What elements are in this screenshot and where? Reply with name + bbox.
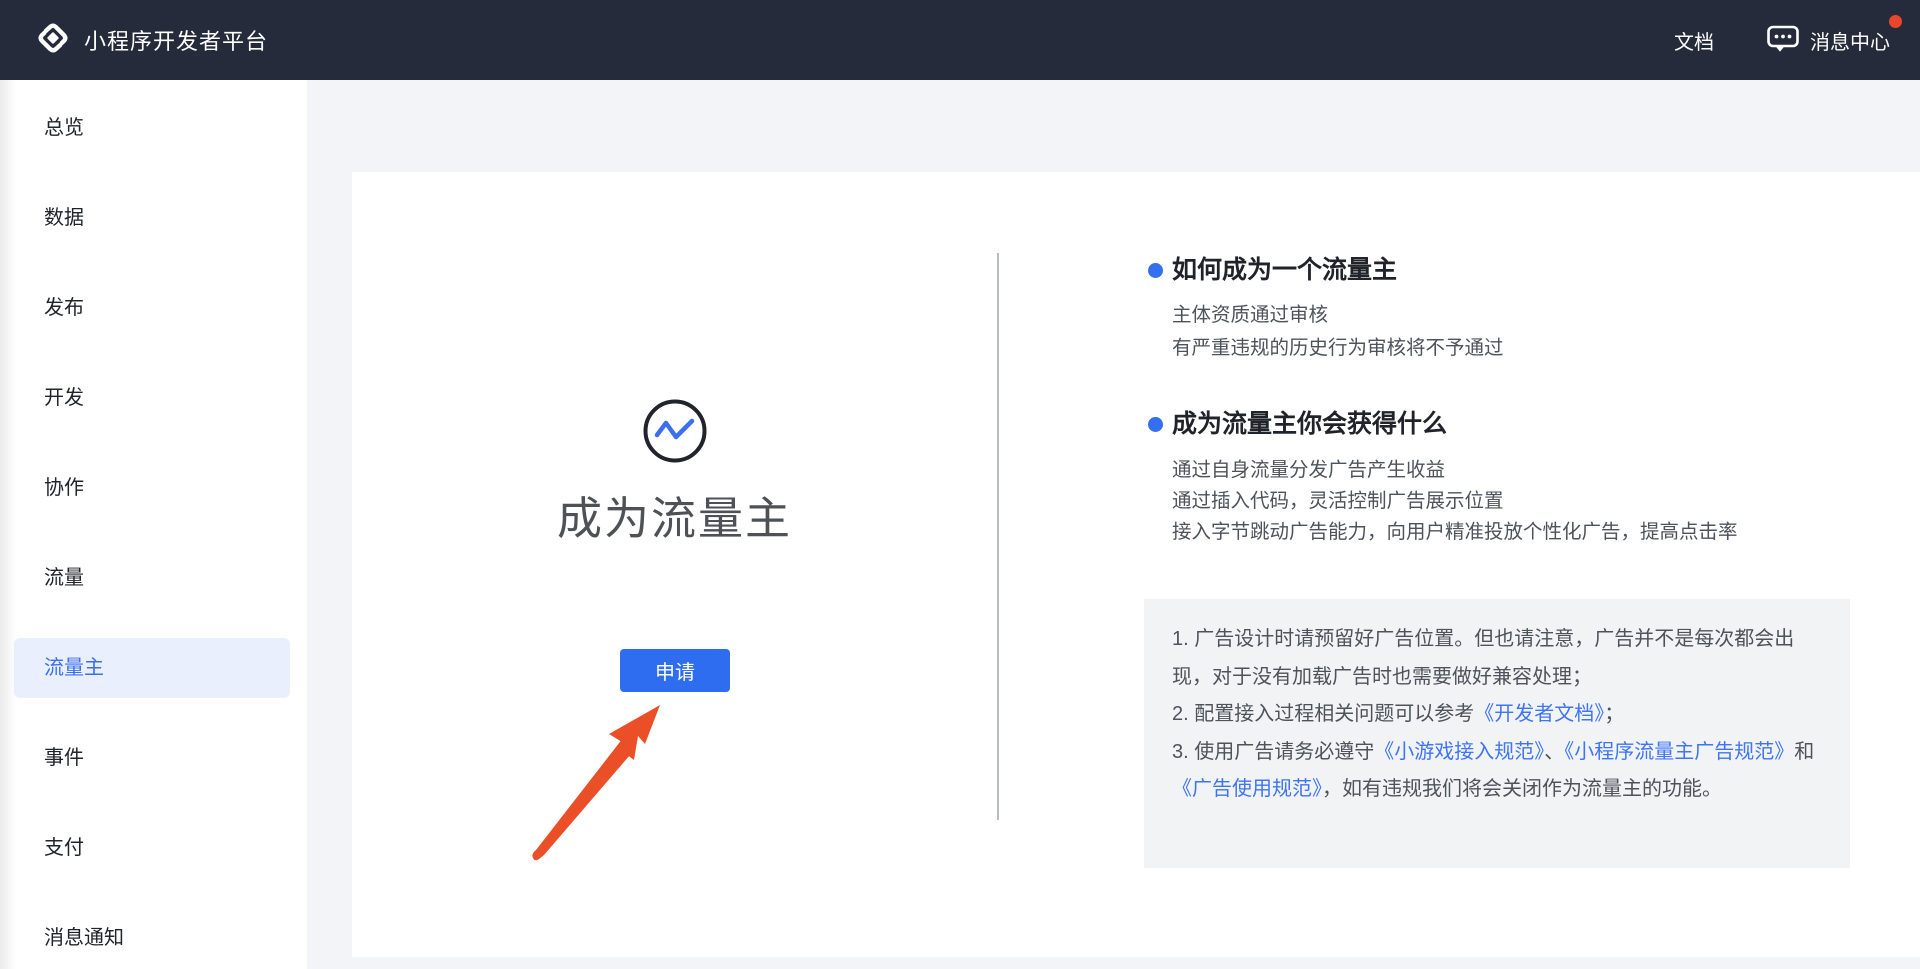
app-window: 小程序开发者平台 文档 消息中心 总览 数据: [0, 0, 1920, 969]
annotation-arrow-icon: [522, 692, 682, 862]
notice-text: 、: [1544, 741, 1564, 763]
minigame-access-spec-link[interactable]: 《小游戏接入规范》: [1374, 741, 1544, 763]
sidebar-item-overview[interactable]: 总览: [14, 98, 290, 158]
top-nav-bar: 小程序开发者平台 文档 消息中心: [0, 0, 1920, 80]
sidebar-item-collaboration[interactable]: 协作: [14, 458, 290, 518]
miniapp-ad-spec-link[interactable]: 《小程序流量主广告规范》: [1564, 741, 1794, 763]
platform-title: 小程序开发者平台: [84, 24, 268, 56]
sidebar-item-data[interactable]: 数据: [14, 188, 290, 248]
section-benefits-body: 通过自身流量分发广告产生收益 通过插入代码，灵活控制广告展示位置 接入字节跳动广…: [1172, 455, 1738, 548]
notice-text: 3. 使用广告请务必遵守: [1172, 741, 1374, 763]
sidebar-item-traffic[interactable]: 流量: [14, 548, 290, 608]
sidebar-item-notifications[interactable]: 消息通知: [14, 908, 290, 968]
message-center-link[interactable]: 消息中心: [1766, 22, 1890, 59]
sidebar-item-payment[interactable]: 支付: [14, 818, 290, 878]
apply-panel: 成为流量主 申请: [352, 172, 997, 957]
apply-button[interactable]: 申请: [620, 649, 730, 692]
message-bubble-icon: [1766, 22, 1800, 59]
notice-line-3: 3. 使用广告请务必遵守《小游戏接入规范》、《小程序流量主广告规范》和《广告使用…: [1172, 734, 1822, 809]
sidebar-nav: 总览 数据 发布 开发 协作 流量 流量主 事件 支付 消息通知: [0, 80, 307, 969]
traffic-owner-card: 成为流量主 申请 如何成为一个流量主: [352, 172, 1920, 957]
section-heading: 如何成为一个流量主: [1172, 253, 1397, 287]
body-line: 通过插入代码，灵活控制广告展示位置: [1172, 486, 1738, 517]
blue-dot-icon: [1148, 263, 1163, 278]
section-how-to-become: 如何成为一个流量主: [1144, 253, 1397, 287]
ad-usage-spec-link[interactable]: 《广告使用规范》: [1172, 778, 1322, 800]
notice-line-2: 2. 配置接入过程相关问题可以参考《开发者文档》；: [1172, 696, 1822, 734]
content-area: 小程序列表 › 成为流量主 申请: [307, 80, 1920, 969]
body-line: 通过自身流量分发广告产生收益: [1172, 455, 1738, 486]
notice-text: 2. 配置接入过程相关问题可以参考: [1172, 703, 1474, 725]
unread-badge: [1889, 15, 1902, 28]
platform-brand[interactable]: 小程序开发者平台: [34, 19, 268, 62]
notice-text: ，如有违规我们将会关闭作为流量主的功能。: [1322, 778, 1722, 800]
message-center-label: 消息中心: [1810, 26, 1890, 55]
trend-chart-icon: [642, 398, 708, 464]
notice-line-1: 1. 广告设计时请预留好广告位置。但也请注意，广告并不是每次都会出现，对于没有加…: [1172, 621, 1822, 696]
section-heading: 成为流量主你会获得什么: [1172, 407, 1447, 441]
section-how-to-become-body: 主体资质通过审核 有严重违规的历史行为审核将不予通过: [1172, 299, 1504, 365]
topbar-actions: 文档 消息中心: [1674, 22, 1890, 59]
sidebar-item-traffic-owner[interactable]: 流量主: [14, 638, 290, 698]
blue-dot-icon: [1148, 417, 1163, 432]
body-line: 有严重违规的历史行为审核将不予通过: [1172, 332, 1504, 365]
section-benefits: 成为流量主你会获得什么: [1144, 407, 1447, 441]
docs-link[interactable]: 文档: [1674, 26, 1714, 55]
vertical-divider: [997, 253, 999, 820]
developer-docs-link[interactable]: 《开发者文档》: [1474, 703, 1604, 725]
notice-text: 1. 广告设计时请预留好广告位置。但也请注意，广告并不是每次都会出现，对于没有加…: [1172, 628, 1794, 688]
page-title: 成为流量主: [352, 482, 997, 547]
notice-text: ；: [1604, 703, 1624, 725]
notice-text: 和: [1794, 741, 1814, 763]
sidebar-item-develop[interactable]: 开发: [14, 368, 290, 428]
body-line: 接入字节跳动广告能力，向用户精准投放个性化广告，提高点击率: [1172, 517, 1738, 548]
body-line: 主体资质通过审核: [1172, 299, 1504, 332]
sidebar-item-publish[interactable]: 发布: [14, 278, 290, 338]
sidebar-item-events[interactable]: 事件: [14, 728, 290, 788]
platform-logo-icon: [34, 19, 72, 62]
notice-box: 1. 广告设计时请预留好广告位置。但也请注意，广告并不是每次都会出现，对于没有加…: [1144, 599, 1850, 868]
